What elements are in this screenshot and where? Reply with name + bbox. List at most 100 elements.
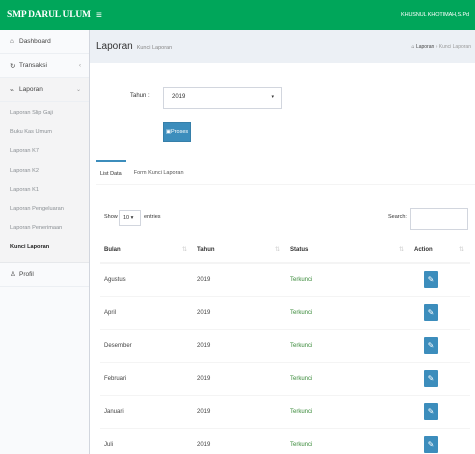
sidebar-item-laporan[interactable]: ⌁ Laporan ⌄ <box>0 78 89 102</box>
cell-action: ✎ <box>410 329 470 362</box>
sidebar-item-label: Dashboard <box>19 38 51 45</box>
table-row: Januari 2019 Terkunci ✎ <box>100 395 470 428</box>
column-header-action[interactable]: Action ⇅ <box>410 237 470 264</box>
table-row: Februari 2019 Terkunci ✎ <box>100 362 470 395</box>
content-header: Laporan Kunci Laporan ⌂ Laporan › Kunci … <box>90 30 475 63</box>
chevron-down-icon: ⌄ <box>75 87 81 93</box>
sidebar-item-label: Profil <box>19 270 34 278</box>
cell-action: ✎ <box>410 362 470 395</box>
cell-status: Terkunci <box>290 375 313 382</box>
home-icon: ⌂ <box>411 43 415 50</box>
cell-status: Terkunci <box>290 342 313 349</box>
sidebar-item-label: Transaksi <box>19 62 47 69</box>
submenu-item-buku-kas-umum[interactable]: Buku Kas Umum <box>0 123 89 142</box>
cell-bulan: Februari <box>104 375 127 382</box>
sort-icon: ⇅ <box>181 247 187 253</box>
sidebar-item-profil[interactable]: ♙ Profil <box>0 263 89 287</box>
submenu-item-k7[interactable]: Laporan K7 <box>0 142 89 161</box>
edit-icon[interactable]: ✎ <box>424 337 438 354</box>
sidebar-toggle-icon[interactable]: ≡ <box>96 10 102 21</box>
column-label: Bulan <box>104 246 121 253</box>
column-header-status[interactable]: Status ⇅ <box>286 237 410 264</box>
page-subtitle: Kunci Laporan <box>136 45 173 51</box>
edit-icon[interactable]: ✎ <box>424 403 438 420</box>
cell-status: Terkunci <box>290 441 313 448</box>
entries-label: entries <box>144 214 161 220</box>
table-row: Agustus 2019 Terkunci ✎ <box>100 263 470 296</box>
cell-bulan: Januari <box>104 408 124 415</box>
edit-icon[interactable]: ✎ <box>424 304 438 321</box>
column-label: Status <box>290 246 309 253</box>
submenu-item-penerimaan[interactable]: Laporan Penerimaan <box>0 219 89 238</box>
sort-icon: ⇅ <box>458 247 464 253</box>
column-header-bulan[interactable]: Bulan ⇅ <box>100 237 193 264</box>
tab-list-data[interactable]: List Data <box>96 160 126 185</box>
submenu-item-k2[interactable]: Laporan K2 <box>0 162 89 181</box>
refresh-icon: ↻ <box>10 62 16 70</box>
page-title: Laporan <box>96 41 133 52</box>
dashboard-icon: ⌂ <box>10 38 14 45</box>
cell-action: ✎ <box>410 395 470 428</box>
show-label: Show <box>104 214 118 220</box>
cell-bulan: Agustus <box>104 276 126 283</box>
cell-status: Terkunci <box>290 276 313 283</box>
datatable-controls: Show 10 ▾ entries Search: <box>90 208 475 230</box>
sort-icon: ⇅ <box>274 247 280 253</box>
breadcrumb-separator: › <box>435 43 438 50</box>
sort-icon: ⇅ <box>398 247 404 253</box>
submenu-item-k1[interactable]: Laporan K1 <box>0 181 89 200</box>
caret-down-icon: ▾ <box>271 94 274 100</box>
tabs: List Data Form Kunci Laporan <box>96 160 475 185</box>
cell-tahun: 2019 <box>197 342 211 349</box>
sidebar-item-label: Laporan <box>19 86 43 93</box>
main-content: Laporan Kunci Laporan ⌂ Laporan › Kunci … <box>90 30 475 454</box>
column-header-tahun[interactable]: Tahun ⇅ <box>193 237 286 264</box>
user-menu[interactable]: KHUSNUL KHOTIMAH,S.Pd <box>401 12 475 18</box>
cell-bulan: Desember <box>104 342 132 349</box>
table-row: April 2019 Terkunci ✎ <box>100 296 470 329</box>
top-navbar: SMP DARUL ULUM ≡ KHUSNUL KHOTIMAH,S.Pd <box>0 0 475 30</box>
table-header-row: Bulan ⇅ Tahun ⇅ Status ⇅ Action ⇅ <box>100 237 470 264</box>
tab-form-kunci-laporan[interactable]: Form Kunci Laporan <box>130 160 188 185</box>
cell-action: ✎ <box>410 263 470 296</box>
breadcrumb-home[interactable]: Laporan <box>416 44 434 50</box>
edit-icon[interactable]: ✎ <box>424 271 438 289</box>
edit-icon[interactable]: ✎ <box>424 436 438 454</box>
tahun-select[interactable]: 2019 ▾ <box>163 87 282 109</box>
cell-status: Terkunci <box>290 309 313 316</box>
cell-action: ✎ <box>410 296 470 329</box>
search-input[interactable] <box>410 208 468 230</box>
table-row: Desember 2019 Terkunci ✎ <box>100 329 470 362</box>
cell-bulan: April <box>104 309 117 316</box>
proses-button-label: Proses <box>171 129 189 135</box>
submenu-item-pengeluaran[interactable]: Laporan Pengeluaran <box>0 200 89 219</box>
caret-down-icon: ▾ <box>130 215 134 221</box>
chevron-left-icon: ‹ <box>79 62 81 69</box>
cell-action: ✎ <box>410 428 470 454</box>
sidebar-item-dashboard[interactable]: ⌂ Dashboard <box>0 30 89 54</box>
brand-logo[interactable]: SMP DARUL ULUM <box>0 10 91 20</box>
cell-tahun: 2019 <box>197 276 211 283</box>
breadcrumb-current: Kunci Laporan <box>438 43 471 50</box>
table-row: Juli 2019 Terkunci ✎ <box>100 428 470 454</box>
cell-bulan: Juli <box>104 441 114 448</box>
cell-tahun: 2019 <box>197 441 211 448</box>
tahun-label: Tahun : <box>130 93 150 99</box>
sidebar-item-transaksi[interactable]: ↻ Transaksi ‹ <box>0 54 89 78</box>
submenu-item-kunci-laporan[interactable]: Kunci Laporan <box>0 238 89 257</box>
entries-value: 10 <box>123 215 130 221</box>
laporan-table: Bulan ⇅ Tahun ⇅ Status ⇅ Action ⇅ Agustus 20… <box>100 237 470 454</box>
cell-tahun: 2019 <box>197 408 211 415</box>
proses-button[interactable]: ▣ Proses <box>163 122 191 142</box>
tahun-form-row: Tahun : 2019 ▾ <box>90 87 475 109</box>
cell-tahun: 2019 <box>197 375 211 382</box>
edit-icon[interactable]: ✎ <box>424 370 438 387</box>
breadcrumb: ⌂ Laporan › Kunci Laporan <box>412 44 475 50</box>
laporan-submenu: Laporan Slip Gaji Buku Kas Umum Laporan … <box>0 102 89 263</box>
user-icon: ♙ <box>10 271 16 278</box>
cell-tahun: 2019 <box>197 309 211 316</box>
submenu-item-slip-gaji[interactable]: Laporan Slip Gaji <box>0 104 89 123</box>
entries-select[interactable]: 10 ▾ <box>119 210 141 226</box>
search-label: Search: <box>388 214 407 220</box>
tahun-select-value: 2019 <box>172 94 186 100</box>
